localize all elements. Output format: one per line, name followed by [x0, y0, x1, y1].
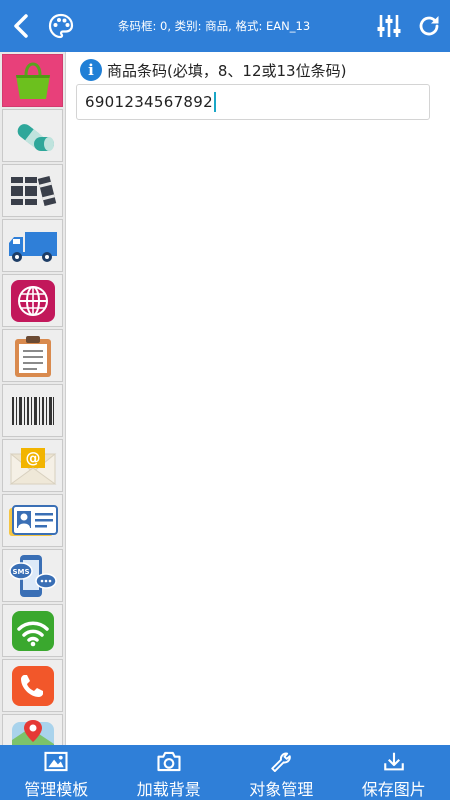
palette-button[interactable]	[44, 0, 78, 52]
app-root: 条码框: 0, 类别: 商品, 格式: EAN_13 @ SMS i 商品条码(…	[0, 0, 450, 800]
template-icon	[44, 751, 68, 772]
category-truck[interactable]	[2, 219, 63, 272]
category-wifi[interactable]	[2, 604, 63, 657]
svg-text:@: @	[25, 449, 40, 467]
sliders-icon	[377, 15, 401, 37]
category-clipboard[interactable]	[2, 329, 63, 382]
svg-text:SMS: SMS	[12, 568, 29, 576]
wifi-icon	[11, 610, 54, 651]
barcode-input-value: 6901234567892	[85, 93, 213, 111]
load-background-button[interactable]: 加载背景	[113, 745, 226, 800]
phone-icon	[11, 665, 54, 706]
id-card-icon	[8, 504, 58, 536]
top-bar: 条码框: 0, 类别: 商品, 格式: EAN_13	[0, 0, 450, 52]
books-icon	[10, 175, 56, 206]
category-email[interactable]: @	[2, 439, 63, 492]
category-phone[interactable]	[2, 659, 63, 712]
back-icon	[14, 14, 28, 38]
palette-icon	[48, 13, 74, 39]
category-globe[interactable]	[2, 274, 63, 327]
category-pill[interactable]	[2, 109, 63, 162]
pill-icon	[17, 123, 54, 151]
map-icon	[11, 720, 54, 745]
form-area: i 商品条码(必填，8、12或13位条码) 6901234567892	[66, 52, 450, 745]
bottom-toolbar: 管理模板 加载背景 对象管理 保存图片	[0, 745, 450, 800]
category-sidebar: @ SMS	[0, 52, 66, 745]
barcode-icon	[11, 396, 54, 425]
status-title: 条码框: 0, 类别: 商品, 格式: EAN_13	[118, 19, 311, 33]
settings-button[interactable]	[372, 0, 406, 52]
sms-icon: SMS	[8, 554, 57, 597]
shopping-bag-icon	[15, 61, 50, 99]
save-image-label: 保存图片	[361, 780, 426, 799]
barcode-label-text: 商品条码(必填，8、12或13位条码)	[107, 61, 347, 80]
save-image-button[interactable]: 保存图片	[338, 745, 450, 800]
category-sms[interactable]: SMS	[2, 549, 63, 602]
back-button[interactable]	[4, 0, 38, 52]
refresh-icon	[419, 16, 439, 36]
category-id-card[interactable]	[2, 494, 63, 547]
manage-templates-button[interactable]: 管理模板	[0, 745, 113, 800]
text-caret	[213, 92, 216, 112]
category-shopping-bag[interactable]	[2, 54, 63, 107]
truck-icon	[8, 231, 57, 262]
info-icon[interactable]: i	[80, 59, 102, 81]
refresh-button[interactable]	[412, 0, 446, 52]
wrench-icon	[271, 752, 292, 772]
barcode-input[interactable]: 6901234567892	[76, 84, 430, 120]
category-books[interactable]	[2, 164, 63, 217]
object-manager-button[interactable]: 对象管理	[225, 745, 338, 800]
email-icon: @	[8, 447, 57, 484]
download-icon	[383, 752, 404, 771]
globe-icon	[10, 279, 55, 322]
category-map[interactable]	[2, 714, 63, 745]
category-barcode[interactable]	[2, 384, 63, 437]
load-background-label: 加载背景	[136, 780, 201, 799]
barcode-field-label: i 商品条码(必填，8、12或13位条码)	[80, 58, 346, 82]
clipboard-icon	[14, 335, 51, 377]
camera-icon	[157, 751, 181, 772]
object-manager-label: 对象管理	[249, 780, 314, 799]
manage-templates-label: 管理模板	[24, 780, 89, 799]
